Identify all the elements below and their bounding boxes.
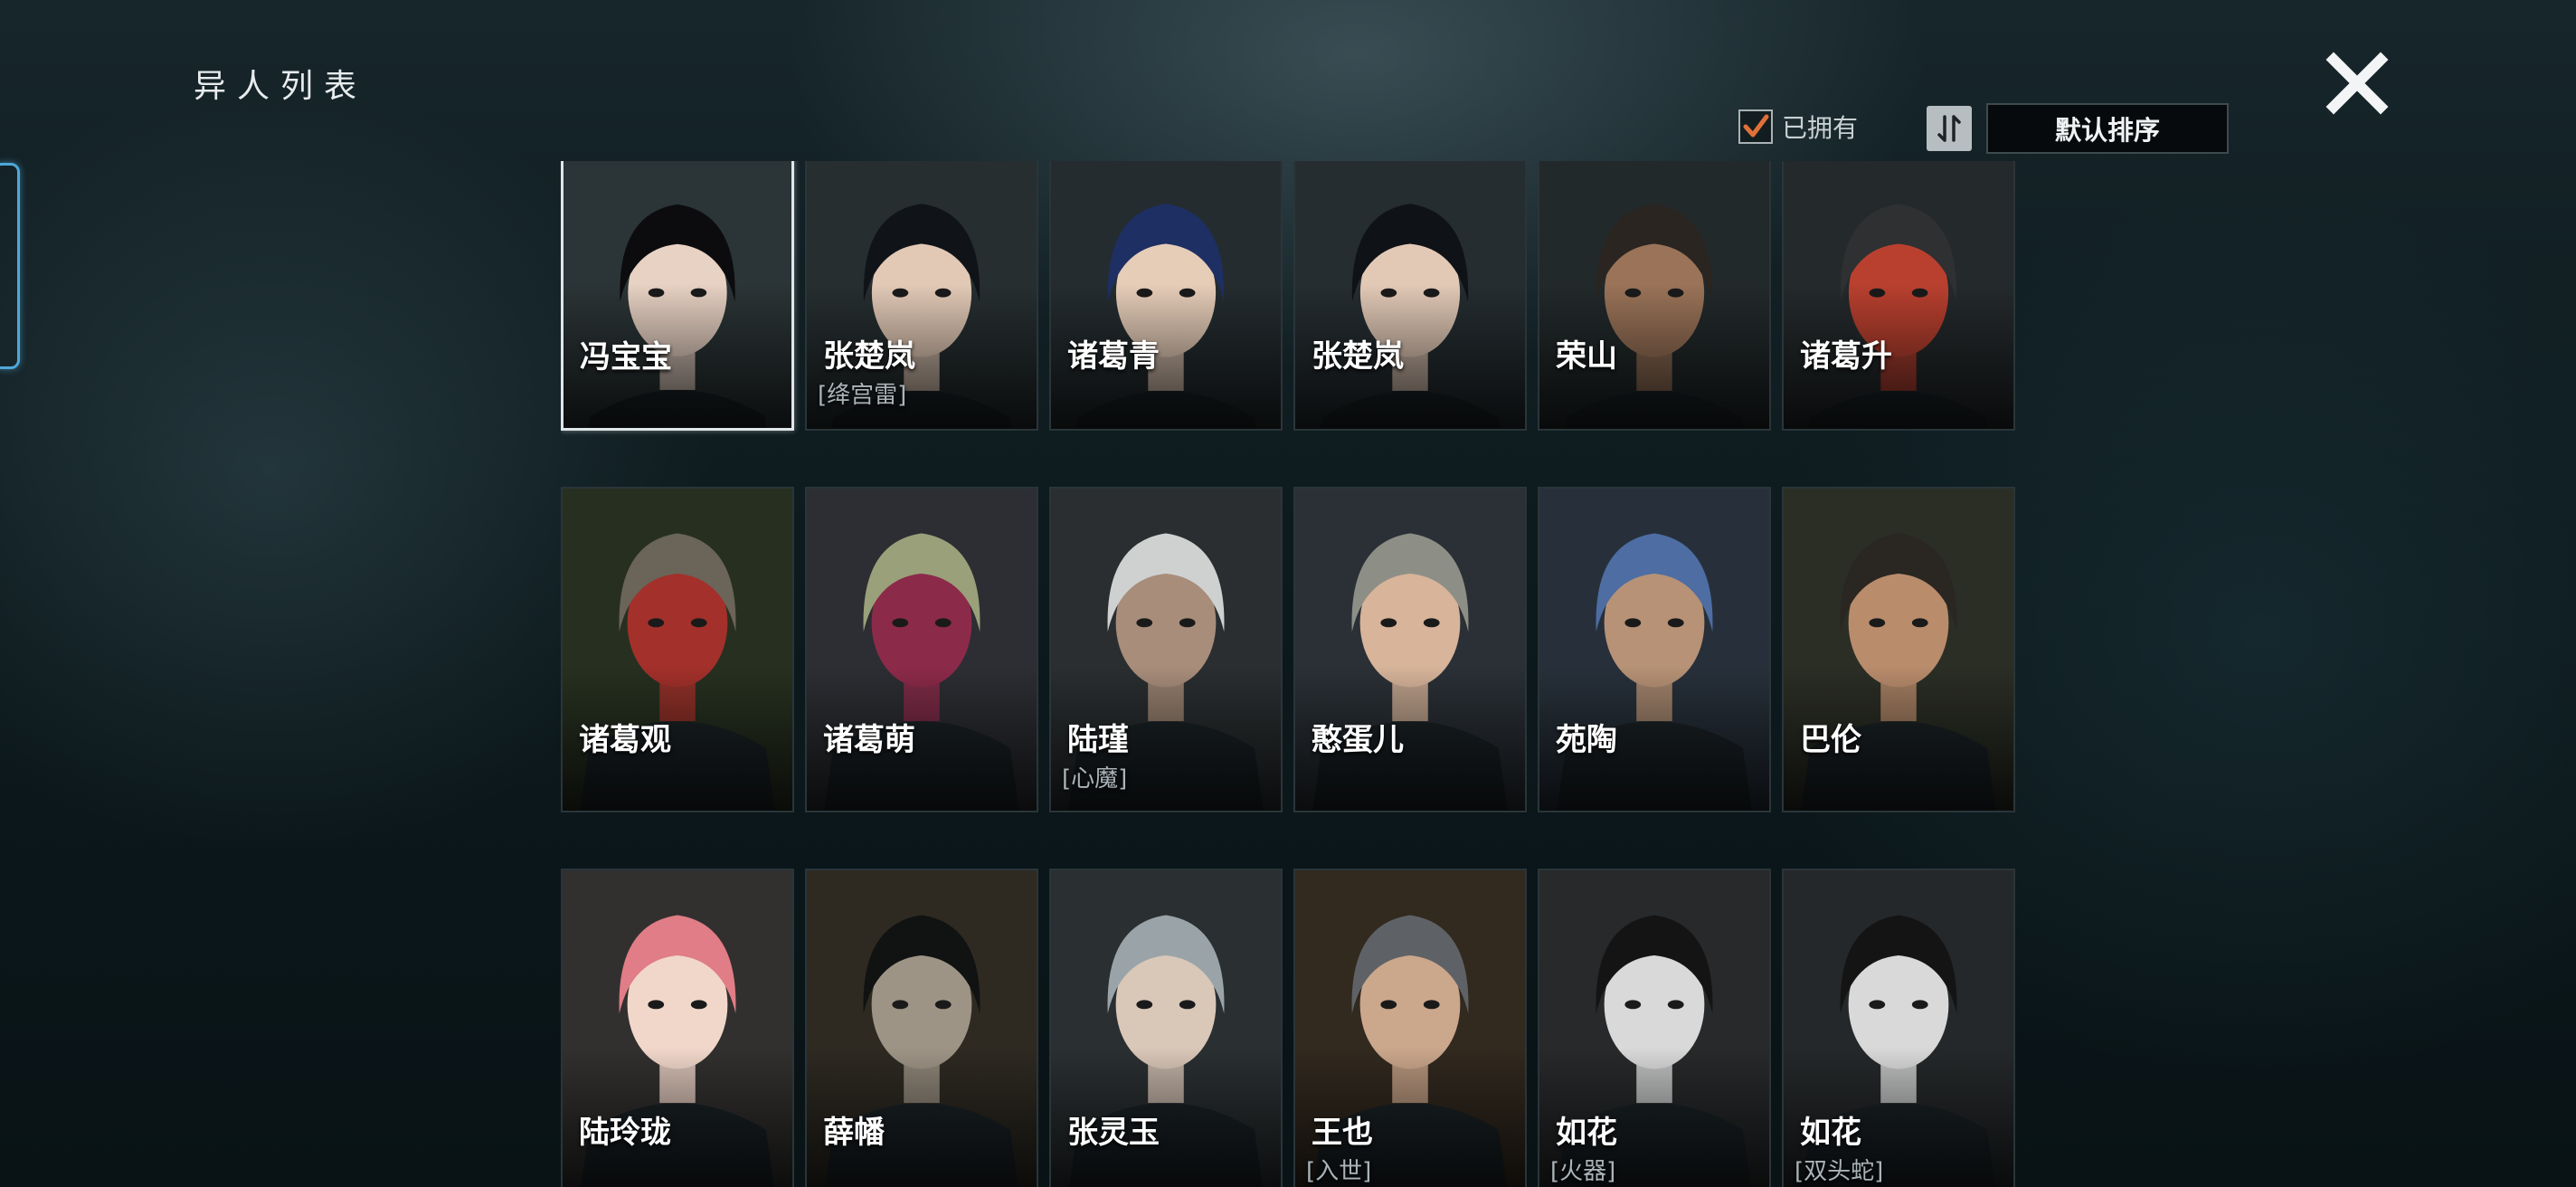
character-card[interactable]: 巴伦 (1782, 487, 2015, 812)
character-card[interactable]: 陆玲珑 (561, 869, 794, 1187)
checkmark-icon (1743, 114, 1769, 138)
owned-filter[interactable]: 已拥有 (1738, 109, 1858, 145)
character-card[interactable]: 诸葛观 (561, 487, 794, 812)
character-name: 如花 (1800, 1115, 1861, 1151)
character-name: 巴伦 (1800, 722, 1861, 758)
side-tab[interactable] (0, 163, 20, 369)
close-icon (2325, 52, 2389, 115)
character-name: 陆玲珑 (579, 1115, 671, 1151)
character-card[interactable]: 荣山 (1538, 161, 1771, 431)
character-card[interactable]: 薛幡 (805, 869, 1038, 1187)
character-name: 荣山 (1556, 338, 1617, 375)
character-name: 薛幡 (823, 1115, 885, 1151)
character-name: 诸葛青 (1067, 338, 1160, 375)
character-name: 陆瑾 (1067, 722, 1129, 758)
character-variant: [火器] (1550, 1158, 1616, 1185)
character-name: 诸葛观 (579, 722, 671, 758)
character-card[interactable]: 苑陶 (1538, 487, 1771, 812)
character-name: 苑陶 (1556, 722, 1617, 758)
character-card[interactable]: 陆瑾 [心魔] (1049, 487, 1283, 812)
character-card[interactable]: 张楚岚 [绛宫雷] (805, 161, 1038, 431)
character-variant: [入世] (1306, 1158, 1372, 1185)
character-variant: [双头蛇] (1795, 1158, 1884, 1185)
sort-order-button[interactable] (1927, 106, 1972, 151)
character-card[interactable]: 张楚岚 (1293, 161, 1527, 431)
owned-filter-label: 已拥有 (1782, 113, 1859, 143)
character-card[interactable]: 如花 [火器] (1538, 869, 1771, 1187)
character-name: 张楚岚 (1312, 338, 1404, 375)
character-card[interactable]: 王也 [入世] (1293, 869, 1527, 1187)
character-name: 诸葛萌 (823, 722, 915, 758)
character-name: 如花 (1556, 1115, 1617, 1151)
owned-checkbox[interactable] (1738, 109, 1773, 144)
character-card[interactable]: 诸葛萌 (805, 487, 1038, 812)
character-name: 张灵玉 (1067, 1115, 1160, 1151)
character-card[interactable]: 诸葛青 (1049, 161, 1283, 431)
character-card[interactable]: 冯宝宝 (561, 161, 794, 431)
sort-order-icon (1937, 115, 1961, 142)
character-name: 王也 (1312, 1115, 1373, 1151)
character-name: 憨蛋儿 (1312, 722, 1404, 758)
character-grid: 冯宝宝 张楚岚 [绛宫雷] 诸葛青 张楚岚 荣山 诸葛升诸葛观 诸葛萌 陆瑾 [心魔] 憨蛋儿 苑陶 巴… (561, 161, 2017, 1187)
sort-dropdown[interactable]: 默认排序 (1986, 103, 2229, 154)
character-variant: [心魔] (1062, 765, 1128, 793)
character-name: 诸葛升 (1800, 338, 1892, 375)
character-card[interactable]: 憨蛋儿 (1293, 487, 1527, 812)
character-name: 冯宝宝 (580, 339, 672, 375)
character-variant: [绛宫雷] (818, 382, 907, 409)
character-card[interactable]: 如花 [双头蛇] (1782, 869, 2015, 1187)
close-button[interactable] (2321, 47, 2393, 119)
character-name: 张楚岚 (823, 338, 915, 375)
character-card[interactable]: 张灵玉 (1049, 869, 1283, 1187)
roster-screen: 异人列表 已拥有 默认排序 冯宝宝 张楚岚 [绛宫雷] 诸葛青 张楚岚 荣山 诸葛升诸葛观 诸… (0, 0, 2576, 1187)
page-title: 异人列表 (194, 68, 368, 105)
character-card[interactable]: 诸葛升 (1782, 161, 2015, 431)
